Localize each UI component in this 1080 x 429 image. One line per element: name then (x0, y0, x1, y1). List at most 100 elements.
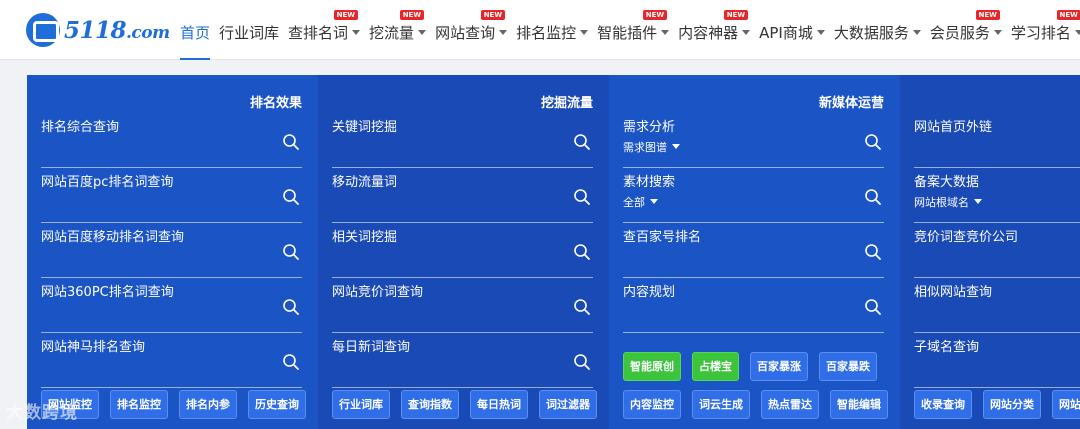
tool-button[interactable]: 历史查询 (248, 390, 306, 419)
chevron-down-icon (1074, 30, 1080, 35)
tool-button[interactable]: 网站 (1052, 390, 1080, 419)
tool-button[interactable]: 排名内参 (179, 390, 237, 419)
nav-item-3[interactable]: 挖流量 NEW (369, 0, 427, 60)
search-row[interactable]: 每日新词查询 (332, 333, 593, 388)
search-row[interactable]: 排名综合查询 (41, 113, 302, 168)
tool-button[interactable]: 热点雷达 (761, 390, 819, 419)
nav-item-9[interactable]: 大数据服务 (834, 0, 921, 60)
nav-item-10[interactable]: 会员服务 NEW (930, 0, 1002, 60)
row-dropdown[interactable]: 全部 (623, 194, 658, 210)
search-row[interactable]: 网站首页外链 (914, 113, 1080, 168)
nav-item-8[interactable]: API商城 (759, 0, 825, 60)
nav-item-label: 智能插件 (597, 24, 658, 42)
nav-item-6[interactable]: 智能插件 NEW (597, 0, 670, 60)
search-row[interactable]: 内容规划 (623, 278, 884, 333)
search-row[interactable]: 子域名查询 (914, 333, 1080, 388)
search-icon[interactable] (282, 188, 300, 206)
search-row[interactable]: 网站360PC排名词查询 (41, 278, 302, 333)
nav-item-label: 查排名词 (288, 24, 349, 42)
tool-button[interactable]: 每日热词 (470, 390, 528, 419)
panel-buttons: 内容监控 词云生成 热点雷达 智能编辑 (623, 390, 888, 419)
logo-mark-icon (26, 13, 60, 47)
panel-rows: 关键词挖掘移动流量词相关词挖掘网站竞价词查询每日新词查询 (332, 113, 593, 388)
search-row[interactable]: 网站竞价词查询 (332, 278, 593, 333)
search-icon[interactable] (282, 353, 300, 371)
search-row[interactable]: 相关词挖掘 (332, 223, 593, 278)
search-row[interactable]: 移动流量词 (332, 168, 593, 223)
nav-item-4[interactable]: 网站查询 NEW (435, 0, 508, 60)
search-icon[interactable] (573, 243, 591, 261)
tool-button[interactable]: 网站分类 (983, 390, 1041, 419)
chevron-down-icon (912, 30, 921, 35)
search-icon[interactable] (282, 298, 300, 316)
search-icon[interactable] (864, 243, 882, 261)
search-row[interactable]: 备案大数据 网站根域名 (914, 168, 1080, 223)
tool-button[interactable]: 词云生成 (692, 390, 750, 419)
chevron-down-icon (661, 30, 670, 35)
nav-item-5[interactable]: 排名监控 (516, 0, 589, 60)
tool-button[interactable]: 排名监控 (110, 390, 168, 419)
row-label: 内容规划 (623, 285, 676, 300)
row-label: 网站竞价词查询 (332, 285, 424, 300)
search-icon[interactable] (864, 133, 882, 151)
tool-button[interactable]: 查询指数 (401, 390, 459, 419)
panel-buttons-top: 智能原创 占楼宝 百家暴涨 百家暴跌 (623, 352, 877, 381)
search-icon[interactable] (573, 188, 591, 206)
chevron-down-icon (650, 199, 658, 204)
tool-button[interactable]: 收录查询 (914, 390, 972, 419)
tool-button[interactable]: 百家暴跌 (819, 352, 877, 381)
chevron-down-icon (580, 30, 589, 35)
search-icon[interactable] (573, 133, 591, 151)
panel-title: 新媒体运营 (818, 96, 884, 111)
tool-button[interactable]: 内容监控 (623, 390, 681, 419)
search-icon[interactable] (573, 298, 591, 316)
search-row[interactable]: 网站百度pc排名词查询 (41, 168, 302, 223)
row-dropdown[interactable]: 需求图谱 (623, 139, 680, 155)
nav-item-1[interactable]: 行业词库 (219, 0, 279, 60)
search-icon[interactable] (864, 298, 882, 316)
tool-button[interactable]: 行业词库 (332, 390, 390, 419)
search-row[interactable]: 关键词挖掘 (332, 113, 593, 168)
search-row[interactable]: 查百家号排名 (623, 223, 884, 278)
site-logo[interactable]: 5118.com (26, 12, 170, 48)
nav-item-2[interactable]: 查排名词 NEW (288, 0, 361, 60)
watermark: 大数跨境 (6, 403, 78, 423)
search-icon[interactable] (282, 243, 300, 261)
search-row[interactable]: 素材搜索 全部 (623, 168, 884, 223)
chevron-down-icon (974, 199, 982, 204)
search-icon[interactable] (864, 188, 882, 206)
row-label: 相关词挖掘 (332, 230, 398, 245)
nav-item-label: 学习排名 (1010, 24, 1071, 42)
search-icon[interactable] (573, 353, 591, 371)
row-dropdown[interactable]: 网站根域名 (914, 194, 982, 210)
tool-button[interactable]: 词过滤器 (539, 390, 597, 419)
nav-item-0[interactable]: 首页 (180, 0, 211, 60)
panel-rows: 需求分析 需求图谱 素材搜索 全部 查百家号排名内容规划 (623, 113, 884, 333)
search-row[interactable]: 网站百度移动排名词查询 (41, 223, 302, 278)
nav-item-label: 网站查询 (435, 24, 496, 42)
nav-item-7[interactable]: 内容神器 NEW (678, 0, 751, 60)
row-label: 网站神马排名查询 (41, 340, 146, 355)
nav-item-label: 排名监控 (516, 24, 577, 42)
panel-rows: 排名综合查询 网站百度pc排名词查询 网站百度移动排名词查询 网站360PC排名词查询… (41, 113, 302, 388)
search-row[interactable]: 需求分析 需求图谱 (623, 113, 884, 168)
app-root: { "header": { "logo_text": "5118", "logo… (0, 0, 1080, 429)
search-row[interactable]: 相似网站查询 (914, 278, 1080, 333)
chevron-down-icon (816, 30, 825, 35)
tool-button[interactable]: 百家暴涨 (750, 352, 808, 381)
tool-button[interactable]: 智能编辑 (830, 390, 888, 419)
tool-button[interactable]: 占楼宝 (692, 352, 739, 381)
row-label: 关键词挖掘 (332, 120, 398, 135)
tool-button[interactable]: 智能原创 (623, 352, 681, 381)
row-label: 移动流量词 (332, 175, 398, 190)
panel-title: 排名效果 (249, 96, 302, 111)
chevron-down-icon (352, 30, 361, 35)
new-badge: NEW (975, 10, 1000, 20)
search-row[interactable]: 网站神马排名查询 (41, 333, 302, 388)
search-icon[interactable] (282, 133, 300, 151)
chevron-down-icon (418, 30, 427, 35)
nav-item-11[interactable]: 学习排名 NEW (1011, 0, 1080, 60)
search-row[interactable]: 竞价词查竞价公司 (914, 223, 1080, 278)
main-nav: 首页 行业词库 查排名词 NEW 挖流量 NEW 网站查询 NEW 排名监控 智能插件 NEW 内容神… (180, 0, 1080, 60)
panel-buttons: 行业词库 查询指数 每日热词 词过滤器 (332, 390, 597, 419)
